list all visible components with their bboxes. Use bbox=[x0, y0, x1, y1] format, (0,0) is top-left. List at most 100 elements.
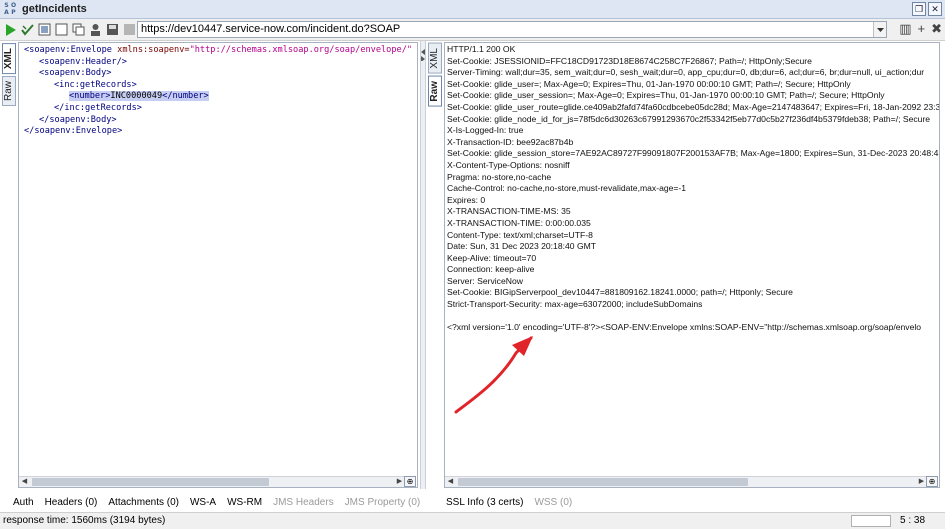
xml-token: <soapenv:Body> bbox=[39, 68, 112, 79]
raw-line: Keep-Alive: timeout=70 bbox=[447, 252, 537, 263]
xml-token: <number> bbox=[69, 91, 111, 102]
xml-token: </number> bbox=[162, 91, 209, 102]
raw-line: Content-Type: text/xml;charset=UTF-8 bbox=[447, 229, 593, 240]
title-bar: S O A P getIncidents ❒ ✕ bbox=[0, 0, 945, 19]
xml-token: <inc:getRecords> bbox=[54, 79, 137, 90]
raw-line: Cache-Control: no-cache,no-store,must-re… bbox=[447, 183, 687, 194]
xml-line: </soapenv:Body> bbox=[24, 115, 412, 127]
close-icon[interactable]: ✕ bbox=[928, 2, 942, 16]
request-xml-editor[interactable]: <soapenv:Envelope xmlns:soapenv="http://… bbox=[18, 42, 418, 488]
response-view-tabs: XML Raw bbox=[428, 43, 442, 108]
export-icon[interactable] bbox=[38, 23, 51, 37]
scrollbar-thumb[interactable] bbox=[32, 478, 269, 486]
raw-line: Server: ServiceNow bbox=[447, 275, 523, 286]
xml-line: </inc:getRecords> bbox=[24, 103, 412, 115]
xml-token: <soapenv:Header/> bbox=[39, 56, 127, 67]
restore-icon[interactable]: ❒ bbox=[912, 2, 926, 16]
request-toolbar: https://dev10447.service-now.com/inciden… bbox=[0, 19, 945, 41]
save-icon[interactable] bbox=[106, 23, 119, 37]
response-time: response time: 1560ms (3194 bytes) bbox=[3, 515, 166, 526]
bottom-tab-jms-property-0: JMS Property (0) bbox=[344, 497, 421, 508]
raw-line: Set-Cookie: glide_user_route=glide.ce409… bbox=[447, 101, 940, 112]
raw-line: X-Content-Type-Options: nosniff bbox=[447, 159, 570, 170]
response-raw-viewer[interactable]: HTTP/1.1 200 OK Set-Cookie: JSESSIONID=FF… bbox=[444, 42, 940, 488]
status-progress-field bbox=[851, 515, 891, 527]
bottom-tab-ssl-info-3-certs[interactable]: SSL Info (3 certs) bbox=[446, 497, 523, 508]
soap-logo-icon: S O A P bbox=[4, 2, 17, 16]
raw-line: X-Is-Logged-In: true bbox=[447, 125, 524, 136]
raw-line: Pragma: no-store,no-cache bbox=[447, 171, 552, 182]
raw-line: X-TRANSACTION-TIME-MS: 35 bbox=[447, 206, 571, 217]
window-title: getIncidents bbox=[22, 3, 87, 15]
xml-token: </soapenv:Envelope> bbox=[24, 126, 123, 137]
request-panel: XML Raw <soapenv:Envelope xmlns:soapenv=… bbox=[0, 41, 420, 489]
find-icon[interactable]: ⊕ bbox=[926, 476, 938, 487]
raw-line: X-Transaction-ID: bee92ac87b4b bbox=[447, 136, 574, 147]
raw-line bbox=[447, 311, 939, 323]
raw-line: Server-Timing: wall;dur=35, sem_wait;dur… bbox=[447, 67, 925, 78]
xml-line: <inc:getRecords> bbox=[24, 80, 412, 92]
xml-line: <soapenv:Envelope xmlns:soapenv="http://… bbox=[24, 45, 412, 57]
help-icon[interactable]: ✖ bbox=[931, 22, 942, 36]
status-bar: response time: 1560ms (3194 bytes) 5 : 3… bbox=[0, 512, 945, 529]
bottom-tab-ws-a[interactable]: WS-A bbox=[190, 497, 216, 508]
xml-line: <number>INC0000049</number> bbox=[24, 91, 412, 103]
raw-line: Set-Cookie: JSESSIONID=FFC18CD91723D18E8… bbox=[447, 55, 812, 66]
raw-line: Set-Cookie: glide_user_session=; Max-Age… bbox=[447, 90, 885, 101]
raw-line: Expires: 0 bbox=[447, 194, 486, 205]
raw-line: Connection: keep-alive bbox=[447, 264, 535, 275]
raw-line: Set-Cookie: glide_node_id_for_js=78f5dc6… bbox=[447, 113, 931, 124]
raw-line: Date: Sun, 31 Dec 2023 20:18:40 GMT bbox=[447, 241, 597, 252]
split-icon[interactable]: ▥ bbox=[899, 22, 911, 36]
request-view-tabs: XML Raw bbox=[2, 43, 16, 108]
scrollbar-thumb[interactable] bbox=[458, 478, 748, 486]
bottom-tab-ws-rm[interactable]: WS-RM bbox=[227, 497, 262, 508]
endpoint-url-text: https://dev10447.service-now.com/inciden… bbox=[141, 23, 401, 35]
xml-line: <soapenv:Header/> bbox=[24, 57, 412, 69]
user-icon[interactable] bbox=[89, 23, 102, 37]
window-controls: ❒ ✕ bbox=[912, 2, 942, 16]
tab-request-raw[interactable]: Raw bbox=[2, 76, 16, 107]
raw-line: Set-Cookie: BIGipServerpool_dev10447=881… bbox=[447, 287, 793, 298]
xml-token: xmlns:soapenv= bbox=[117, 45, 190, 55]
response-raw-text: HTTP/1.1 200 OK Set-Cookie: JSESSIONID=FF… bbox=[447, 44, 940, 334]
cursor-position: 5 : 38 bbox=[900, 515, 926, 526]
bottom-tab-jms-headers: JMS Headers bbox=[273, 497, 334, 508]
response-bottom-tabs: SSL Info (3 certs) WSS (0) bbox=[446, 497, 572, 508]
xml-token: </inc:getRecords> bbox=[54, 102, 142, 113]
xml-token: INC0000049 bbox=[110, 91, 163, 102]
request-horizontal-scrollbar[interactable]: ◀ ▶ bbox=[19, 476, 405, 487]
tab-response-xml[interactable]: XML bbox=[428, 43, 442, 74]
scroll-left-icon[interactable]: ◀ bbox=[445, 477, 456, 487]
xml-line: <soapenv:Body> bbox=[24, 68, 412, 80]
find-icon[interactable]: ⊕ bbox=[404, 476, 416, 487]
raw-line: <?xml version='1.0' encoding='UTF-8'?><S… bbox=[447, 322, 922, 333]
raw-line: X-TRANSACTION-TIME: 0:00:00.035 bbox=[447, 217, 591, 228]
tab-request-xml[interactable]: XML bbox=[2, 43, 16, 75]
maximize-icon[interactable] bbox=[55, 23, 68, 37]
run-icon[interactable] bbox=[4, 23, 17, 37]
xml-token: "http://schemas.xmlsoap.org/soap/envelop… bbox=[189, 45, 413, 55]
copy-icon[interactable] bbox=[72, 23, 85, 37]
raw-line: Set-Cookie: glide_user=; Max-Age=0; Expi… bbox=[447, 78, 851, 89]
bottom-tab-auth[interactable]: Auth bbox=[13, 497, 34, 508]
xml-token: <soapenv:Envelope bbox=[24, 45, 118, 55]
xml-token: </soapenv:Body> bbox=[39, 114, 117, 125]
bottom-tab-headers-0[interactable]: Headers (0) bbox=[45, 497, 98, 508]
add-assertion-icon[interactable] bbox=[21, 23, 34, 37]
chevron-down-icon[interactable] bbox=[873, 22, 886, 37]
xml-line: </soapenv:Envelope> bbox=[24, 126, 412, 138]
response-horizontal-scrollbar[interactable]: ◀ ▶ bbox=[445, 476, 927, 487]
response-panel: XML Raw HTTP/1.1 200 OK Set-Cookie: JSESS… bbox=[426, 41, 940, 489]
raw-line: Strict-Transport-Security: max-age=63072… bbox=[447, 299, 703, 310]
bottom-tab-wss-0: WSS (0) bbox=[534, 497, 573, 508]
stop-icon[interactable] bbox=[123, 23, 136, 37]
tab-response-raw[interactable]: Raw bbox=[428, 75, 442, 107]
endpoint-url-field[interactable]: https://dev10447.service-now.com/inciden… bbox=[137, 21, 887, 38]
request-xml-code: <soapenv:Envelope xmlns:soapenv="http://… bbox=[24, 45, 412, 138]
raw-line: Set-Cookie: glide_session_store=7AE92AC8… bbox=[447, 148, 940, 159]
add-icon[interactable]: + bbox=[918, 22, 926, 36]
raw-line: HTTP/1.1 200 OK bbox=[447, 44, 516, 54]
scroll-left-icon[interactable]: ◀ bbox=[19, 477, 30, 487]
bottom-tab-attachments-0[interactable]: Attachments (0) bbox=[108, 497, 179, 508]
